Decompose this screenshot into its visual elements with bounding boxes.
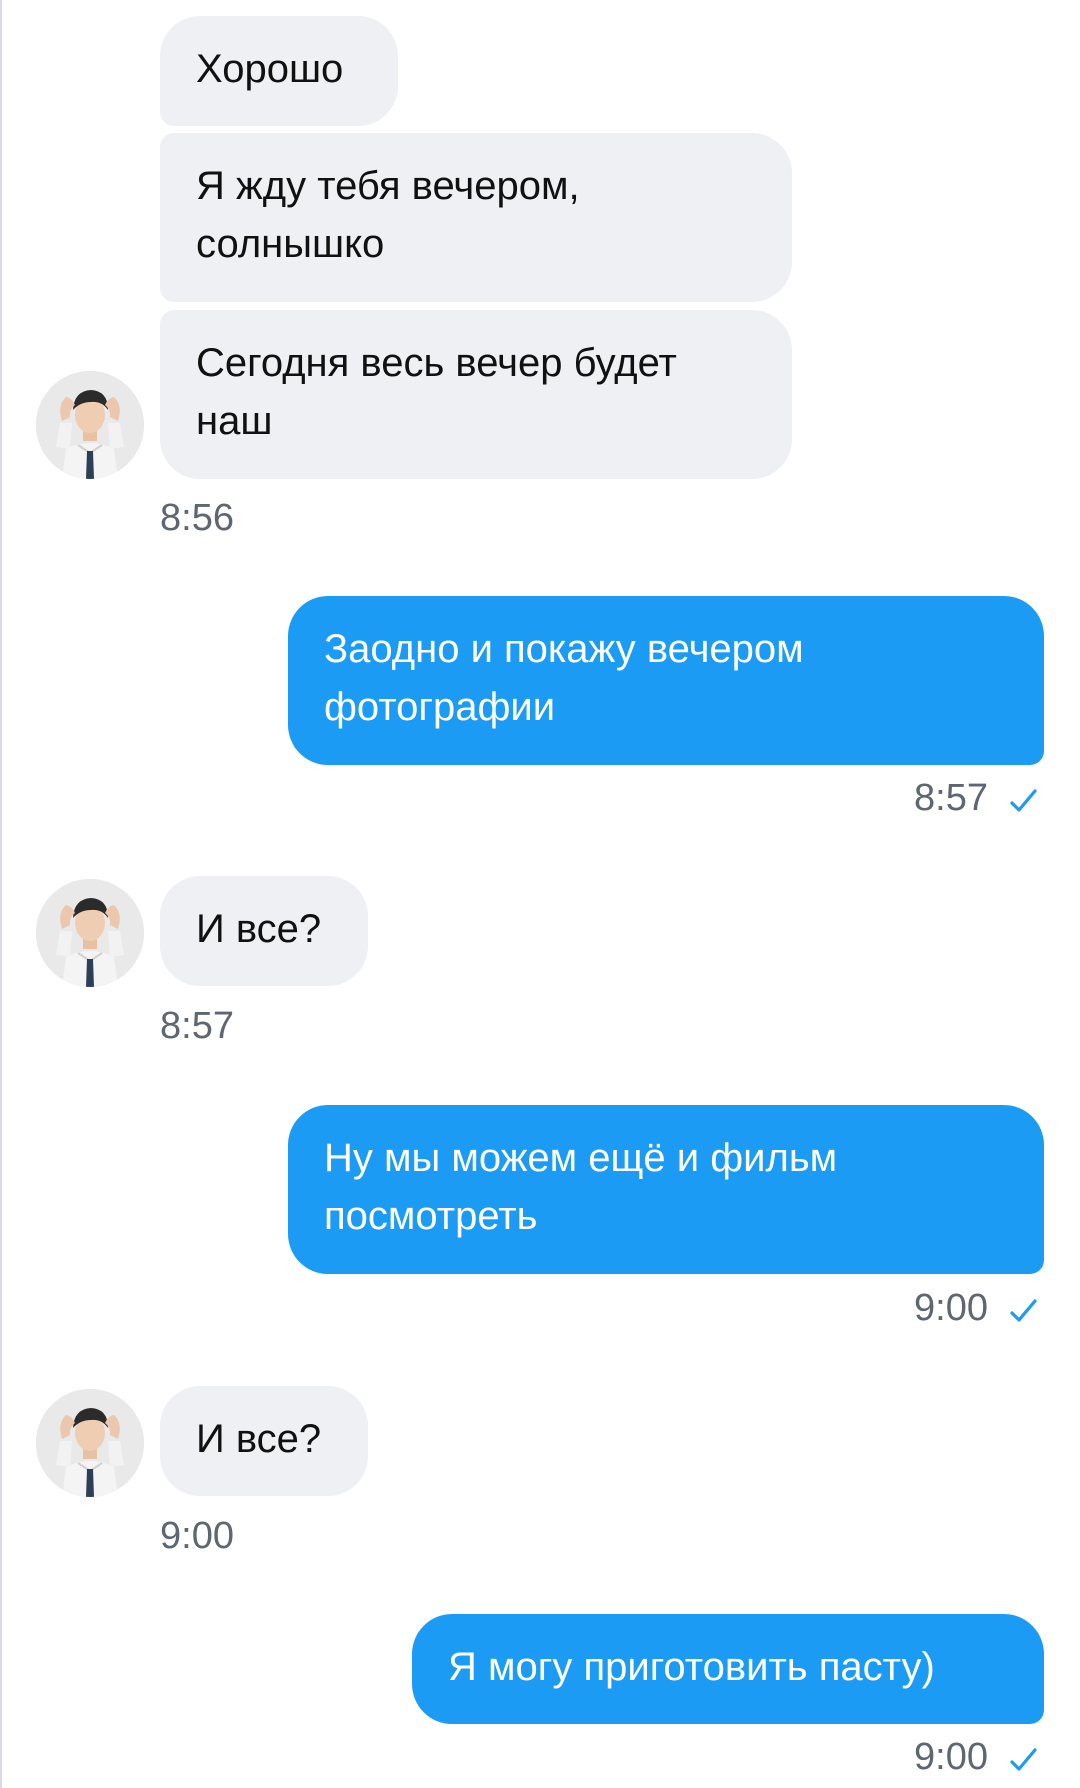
outgoing-message-bubble[interactable]: Заодно и покажу вечером фотографии (288, 596, 1044, 765)
outgoing-message-bubble[interactable]: Ну мы можем ещё и фильм посмотреть (288, 1105, 1044, 1274)
message-timestamp: 9:00 (914, 1287, 988, 1329)
check-icon (1010, 1748, 1037, 1771)
check-icon (1010, 1299, 1037, 1322)
incoming-message-bubble[interactable]: Я жду тебя вечером, солнышко (160, 133, 792, 302)
incoming-message-bubble[interactable]: Сегодня весь вечер будет наш (160, 310, 792, 479)
message-timestamp: 8:57 (914, 777, 988, 819)
message-timestamp: 8:56 (160, 497, 234, 539)
message-timestamp: 9:00 (160, 1515, 234, 1557)
message-timestamp: 8:57 (160, 1005, 234, 1047)
contact-avatar[interactable] (36, 879, 144, 987)
chat-screen: Хорошо Я жду тебя вечером, солнышко Сего… (0, 0, 1080, 1788)
incoming-message-bubble[interactable]: И все? (160, 876, 368, 986)
contact-avatar[interactable] (36, 1389, 144, 1497)
incoming-message-bubble[interactable]: Хорошо (160, 16, 398, 126)
screen-edge-divider (0, 0, 2, 1788)
outgoing-message-bubble[interactable]: Я могу приготовить пасту) (412, 1614, 1044, 1724)
incoming-message-bubble[interactable]: И все? (160, 1386, 368, 1496)
check-icon (1010, 789, 1037, 812)
contact-avatar[interactable] (36, 371, 144, 479)
message-timestamp: 9:00 (914, 1736, 988, 1778)
